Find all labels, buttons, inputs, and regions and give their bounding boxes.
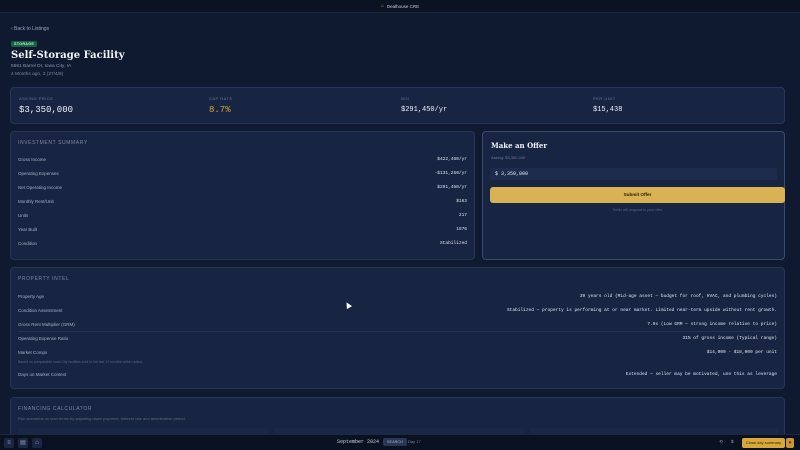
row-label: Net Operating Income [18,185,63,190]
financing-subtitle: Run scenarios on loan terms by adjusting… [18,416,186,421]
intel-row: Days on Market Context Extended — seller … [18,372,777,377]
intel-row: Gross Rent Multiplier (GRM) 7.9x (Low GRM… [18,322,777,327]
intel-row: Operating Expense Ratio 31% of gross inco… [18,336,777,341]
row-value: 217 [458,213,467,218]
summary-row: Condition Stabilized [18,241,467,246]
comps-note: Based on comparable Iowa City facilities… [18,360,143,364]
offer-note: Seller will respond to your offer [612,208,663,212]
metric-value: $3,350,000 [19,105,74,115]
menu-icon[interactable]: ≡ [4,438,14,448]
section-title: INVESTMENT SUMMARY [18,140,88,146]
summary-row: Net Operating Income $291,450/yr [18,185,467,190]
property-address: 5581 Barrel Dr, Iowa City, IA [11,64,72,69]
row-label: Operating Expenses [18,171,59,176]
intel-row: Condition Assessment Stabilized — propert… [18,308,777,313]
phase-pill: SEARCH [383,438,407,446]
row-label: Gross Income [18,157,47,162]
close-day-button[interactable]: Close day summary [742,438,785,448]
metric-cap-rate: CAP RATE 8.7% [209,96,233,115]
metric-noi: NOI $291,450/yr [401,96,447,114]
listed-info: 4 Months ago, 3 (27/4/8) [11,72,64,77]
row-value: Stabilized — property is performing at o… [506,308,777,313]
row-label: Gross Rent Multiplier (GRM) [18,322,75,327]
home-logo-icon: ⌂ [380,3,384,9]
row-label: Monthly Rent/Unit [18,199,54,204]
metric-asking-price: ASKING PRICE $3,350,000 [19,96,73,115]
metric-label: NOI [401,96,410,101]
summary-row: Operating Expenses -$131,250/yr [18,171,467,176]
offer-title: Make an Offer [491,141,548,150]
row-value: Extended — seller may be motivated, use … [625,372,777,377]
section-title: FINANCING CALCULATOR [18,406,93,412]
row-value: $422,460/yr [437,157,467,162]
page-title: Self-Storage Facility [11,50,125,61]
divider [18,331,777,332]
row-value: Stabilized [439,241,467,246]
row-label: Days on Market Context [18,372,67,377]
summary-row: Year Built 1976 [18,227,467,232]
row-value: 7.9x (Low GRM — strong income relative t… [647,322,777,327]
back-to-listings-link[interactable]: ‹ Back to Listings [11,26,49,32]
bottom-bar: ≡ ▤ ⌂ September 2024 SEARCH Day 17 ⟲ $ C… [0,434,800,450]
app-title: Dealhouse CRE [386,3,420,9]
section-title: PROPERTY INTEL [18,276,70,282]
metric-value: 8.7% [209,105,231,115]
metric-value: $15,438 [593,106,623,114]
day-counter: Day 17 [408,439,421,444]
row-value: 39 years old (Mid-age asset — budget for… [579,294,777,299]
top-bar: ⌂ Dealhouse CRE [0,0,800,13]
row-value: -$131,250/yr [434,171,467,176]
intel-row: Market Comps $14,000 - $18,000 per unit [18,350,777,355]
metric-value: $291,450/yr [401,106,448,114]
current-date: September 2024 [337,439,380,445]
row-label: Market Comps [18,350,48,355]
investment-summary-card: INVESTMENT SUMMARY Gross Income $422,460/… [10,131,475,260]
metric-label: PER UNIT [593,96,616,101]
summary-row: Monthly Rent/Unit $163 [18,199,467,204]
summary-row: Gross Income $422,460/yr [18,157,467,162]
metric-per-unit: PER UNIT $15,438 [593,96,622,114]
submit-offer-button[interactable]: Submit Offer [490,187,785,203]
cash-icon[interactable]: $ [731,439,734,444]
row-label: Units [18,213,29,218]
asking-price-hint: Asking: $3,350,000 [491,155,526,160]
row-label: Year Built [18,227,38,232]
metric-label: CAP RATE [209,96,233,101]
row-value: $163 [456,199,467,204]
undo-icon[interactable]: ⟲ [719,439,723,445]
row-value: $14,000 - $18,000 per unit [706,350,777,355]
row-label: Condition Assessment [18,308,63,313]
row-value: $291,450/yr [437,185,467,190]
metric-label: ASKING PRICE [19,96,54,101]
offer-amount-input[interactable]: $ 3,350,000 [490,168,777,180]
chevron-down-icon[interactable]: ▾ [786,438,794,448]
row-label: Operating Expense Ratio [18,336,69,341]
row-label: Condition [18,241,38,246]
summary-row: Units 217 [18,213,467,218]
portfolio-icon[interactable]: ▤ [18,438,28,448]
row-value: 31% of gross income (Typical range) [682,336,777,341]
home-icon[interactable]: ⌂ [32,438,42,448]
property-type-badge: STORAGE [11,41,38,47]
row-value: 1976 [456,227,467,232]
metrics-card: ASKING PRICE $3,350,000 CAP RATE 8.7% NO… [10,87,785,124]
row-label: Property Age [18,294,45,299]
intel-row: Property Age 39 years old (Mid-age asset … [18,294,777,299]
property-intel-card: PROPERTY INTEL Property Age 39 years old … [10,267,785,389]
